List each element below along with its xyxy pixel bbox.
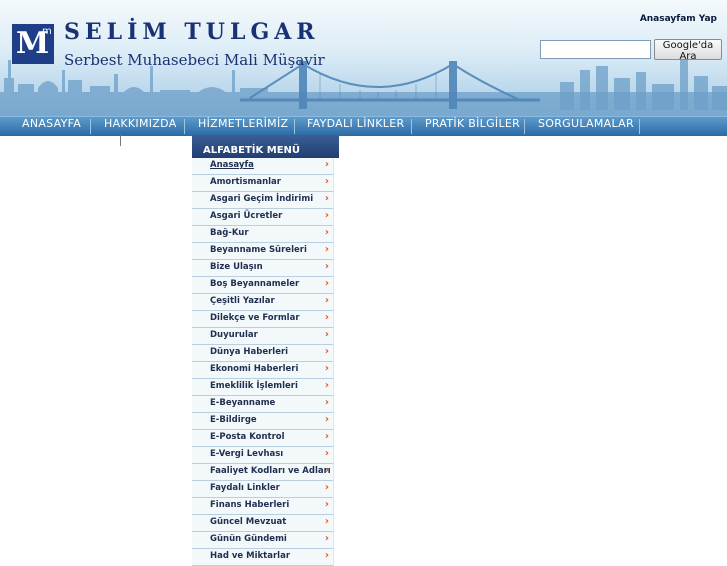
menu-item[interactable]: Had ve Miktarlar › [192, 549, 333, 566]
menu-item-label: E-Beyanname [210, 398, 276, 408]
menu-item[interactable]: Güncel Mevzuat › [192, 515, 333, 532]
menu-item[interactable]: Dünya Haberleri › [192, 345, 333, 362]
chevron-right-icon: › [324, 312, 329, 323]
menu-item-label: Beyanname Süreleri [210, 245, 307, 255]
chevron-right-icon: › [324, 176, 329, 187]
site-logo[interactable]: M m [12, 24, 54, 64]
nav-divider [639, 119, 640, 134]
chevron-right-icon: › [324, 499, 329, 510]
chevron-right-icon: › [324, 278, 329, 289]
nav-divider [411, 119, 412, 134]
menu-item-label: Ekonomi Haberleri [210, 364, 299, 374]
chevron-right-icon: › [324, 329, 329, 340]
menu-item[interactable]: Beyanname Süreleri › [192, 243, 333, 260]
menu-item-label: Anasayfa [210, 160, 254, 170]
nav-divider [90, 119, 91, 134]
menu-item-label: Günün Gündemi [210, 534, 287, 544]
menu-item[interactable]: Duyurular › [192, 328, 333, 345]
menu-item-label: Boş Beyannameler [210, 279, 300, 289]
menu-item-label: Faaliyet Kodları ve Adları [210, 466, 331, 476]
chevron-right-icon: › [324, 533, 329, 544]
menu-item-label: Emeklilik İşlemleri [210, 381, 298, 391]
chevron-right-icon: › [324, 431, 329, 442]
chevron-right-icon: › [324, 346, 329, 357]
chevron-right-icon: › [324, 465, 329, 476]
menu-item-label: Duyurular [210, 330, 258, 340]
chevron-right-icon: › [324, 516, 329, 527]
nav-anasayfa[interactable]: ANASAYFA [22, 117, 81, 136]
site-subtitle: Serbest Muhasebeci Mali Müşavir [64, 51, 325, 69]
alphabetic-menu: ALFABETİK MENÜ Anasayfa › Amortismanlar › As… [192, 135, 339, 566]
menu-item-label: E-Vergi Levhası [210, 449, 284, 459]
menu-item-label: Dünya Haberleri [210, 347, 289, 357]
chevron-right-icon: › [324, 363, 329, 374]
menu-item[interactable]: Dilekçe ve Formlar › [192, 311, 333, 328]
menu-item[interactable]: E-Posta Kontrol › [192, 430, 333, 447]
main-navbar: ANASAYFA HAKKIMIZDA HİZMETLERİMİZ FAYDAL… [0, 116, 727, 136]
menu-item-label: Güncel Mevzuat [210, 517, 287, 527]
nav-sorgulamalar[interactable]: SORGULAMALAR [538, 117, 634, 136]
menu-item[interactable]: Faydalı Linkler › [192, 481, 333, 498]
google-search-button[interactable]: Google'da Ara [654, 39, 722, 62]
logo-superscript: m [42, 26, 52, 37]
menu-item[interactable]: E-Vergi Levhası › [192, 447, 333, 464]
make-homepage-link[interactable]: Anasayfam Yap [640, 14, 717, 24]
nav-faydali-linkler[interactable]: FAYDALI LİNKLER [307, 117, 404, 136]
menu-item[interactable]: Çeşitli Yazılar › [192, 294, 333, 311]
menu-item[interactable]: Anasayfa › [192, 158, 333, 175]
nav-hizmetlerimiz[interactable]: HİZMETLERİMİZ [198, 117, 288, 136]
menu-item[interactable]: E-Bildirge › [192, 413, 333, 430]
menu-item-label: E-Posta Kontrol [210, 432, 285, 442]
site-title: SELİM TULGAR [64, 19, 320, 45]
menu-item[interactable]: Bize Ulaşın › [192, 260, 333, 277]
chevron-right-icon: › [324, 261, 329, 272]
menu-item[interactable]: E-Beyanname › [192, 396, 333, 413]
nav-divider [184, 119, 185, 134]
menu-item[interactable]: Asgari Ücretler › [192, 209, 333, 226]
menu-item[interactable]: Boş Beyannameler › [192, 277, 333, 294]
search-input[interactable] [540, 40, 651, 59]
site-header: M m SELİM TULGAR Serbest Muhasebeci Mali… [0, 0, 727, 116]
menu-item-label: Asgari Geçim İndirimi [210, 194, 314, 204]
menu-item-label: Faydalı Linkler [210, 483, 280, 493]
nav-hakkimizda[interactable]: HAKKIMIZDA [104, 117, 177, 136]
menu-item-label: Finans Haberleri [210, 500, 290, 510]
menu-item-label: Bağ-Kur [210, 228, 249, 238]
chevron-right-icon: › [324, 227, 329, 238]
column-divider [120, 135, 121, 146]
nav-divider [294, 119, 295, 134]
menu-item[interactable]: Faaliyet Kodları ve Adları › [192, 464, 333, 481]
chevron-right-icon: › [324, 193, 329, 204]
menu-item[interactable]: Günün Gündemi › [192, 532, 333, 549]
chevron-right-icon: › [324, 414, 329, 425]
nav-pratik-bilgiler[interactable]: PRATİK BİLGİLER [425, 117, 520, 136]
menu-item[interactable]: Amortismanlar › [192, 175, 333, 192]
menu-item[interactable]: Ekonomi Haberleri › [192, 362, 333, 379]
alphabetic-menu-title: ALFABETİK MENÜ [192, 135, 339, 158]
menu-item-label: Asgari Ücretler [210, 211, 283, 221]
menu-item[interactable]: Emeklilik İşlemleri › [192, 379, 333, 396]
alphabetic-menu-list: Anasayfa › Amortismanlar › Asgari Geçim İndi… [192, 158, 334, 566]
menu-item[interactable]: Asgari Geçim İndirimi › [192, 192, 333, 209]
menu-item-label: Bize Ulaşın [210, 262, 263, 272]
chevron-right-icon: › [324, 448, 329, 459]
chevron-right-icon: › [324, 380, 329, 391]
menu-item-label: Dilekçe ve Formlar [210, 313, 300, 323]
chevron-right-icon: › [324, 159, 329, 170]
chevron-right-icon: › [324, 244, 329, 255]
menu-item-label: E-Bildirge [210, 415, 257, 425]
chevron-right-icon: › [324, 550, 329, 561]
menu-item-label: Had ve Miktarlar [210, 551, 291, 561]
menu-item-label: Amortismanlar [210, 177, 281, 187]
nav-divider [524, 119, 525, 134]
menu-item[interactable]: Finans Haberleri › [192, 498, 333, 515]
chevron-right-icon: › [324, 482, 329, 493]
chevron-right-icon: › [324, 295, 329, 306]
chevron-right-icon: › [324, 397, 329, 408]
chevron-right-icon: › [324, 210, 329, 221]
menu-item[interactable]: Bağ-Kur › [192, 226, 333, 243]
menu-item-label: Çeşitli Yazılar [210, 296, 275, 306]
